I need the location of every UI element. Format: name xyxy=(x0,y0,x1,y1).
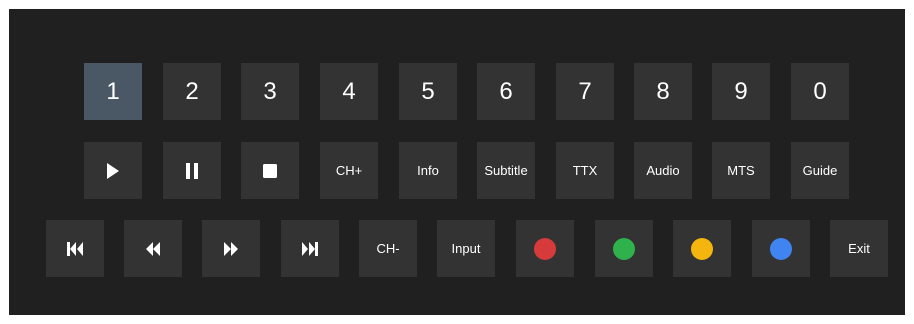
guide-button[interactable]: Guide xyxy=(791,142,849,199)
fast-forward-button[interactable] xyxy=(202,220,260,277)
digit-4-key[interactable]: 4 xyxy=(320,63,378,120)
digit-label: 9 xyxy=(734,77,748,105)
red-button[interactable] xyxy=(516,220,574,277)
digit-2-key[interactable]: 2 xyxy=(163,63,221,120)
play-button[interactable] xyxy=(84,142,142,199)
subtitle-label: Subtitle xyxy=(484,163,528,178)
digit-8-key[interactable]: 8 xyxy=(634,63,692,120)
audio-button[interactable]: Audio xyxy=(634,142,692,199)
remote-control-panel: 1 2 3 4 5 6 7 8 9 0 CH+ Info Subtitle TT… xyxy=(9,9,905,315)
channel-up-button[interactable]: CH+ xyxy=(320,142,378,199)
input-button[interactable]: Input xyxy=(437,220,495,277)
digit-1-key[interactable]: 1 xyxy=(84,63,142,120)
digit-label: 4 xyxy=(342,77,356,105)
rewind-icon xyxy=(146,241,160,256)
green-button[interactable] xyxy=(595,220,653,277)
mts-button[interactable]: MTS xyxy=(712,142,770,199)
exit-label: Exit xyxy=(848,241,870,256)
blue-dot-icon xyxy=(770,237,792,260)
channel-down-label: CH- xyxy=(376,241,400,256)
rewind-button[interactable] xyxy=(124,220,182,277)
stop-button[interactable] xyxy=(241,142,299,199)
digit-label: 2 xyxy=(185,77,199,105)
mts-label: MTS xyxy=(727,163,755,178)
red-dot-icon xyxy=(534,237,556,260)
teletext-button[interactable]: TTX xyxy=(556,142,614,199)
pause-icon xyxy=(186,162,198,179)
digit-label: 1 xyxy=(106,77,120,105)
digit-6-key[interactable]: 6 xyxy=(477,63,535,120)
digit-label: 6 xyxy=(499,77,513,105)
subtitle-button[interactable]: Subtitle xyxy=(477,142,535,199)
skip-previous-icon xyxy=(67,241,83,256)
channel-up-label: CH+ xyxy=(335,163,363,178)
teletext-label: TTX xyxy=(572,163,598,178)
digit-label: 5 xyxy=(421,77,435,105)
guide-label: Guide xyxy=(802,163,838,178)
digit-label: 3 xyxy=(263,77,277,105)
digit-3-key[interactable]: 3 xyxy=(241,63,299,120)
skip-next-button[interactable] xyxy=(281,220,339,277)
green-dot-icon xyxy=(613,237,635,260)
input-label: Input xyxy=(451,241,481,256)
digit-5-key[interactable]: 5 xyxy=(399,63,457,120)
stop-icon xyxy=(263,163,277,178)
digit-label: 7 xyxy=(578,77,592,105)
info-button[interactable]: Info xyxy=(399,142,457,199)
yellow-button[interactable] xyxy=(673,220,731,277)
digit-label: 0 xyxy=(813,77,827,105)
digit-label: 8 xyxy=(656,77,670,105)
play-icon xyxy=(107,162,119,179)
pause-button[interactable] xyxy=(163,142,221,199)
digit-9-key[interactable]: 9 xyxy=(712,63,770,120)
exit-button[interactable]: Exit xyxy=(830,220,888,277)
fast-forward-icon xyxy=(224,241,238,256)
yellow-dot-icon xyxy=(691,237,713,260)
channel-down-button[interactable]: CH- xyxy=(359,220,417,277)
audio-label: Audio xyxy=(646,163,680,178)
skip-next-icon xyxy=(302,241,318,256)
info-label: Info xyxy=(417,163,439,178)
digit-7-key[interactable]: 7 xyxy=(556,63,614,120)
skip-previous-button[interactable] xyxy=(46,220,104,277)
digit-0-key[interactable]: 0 xyxy=(791,63,849,120)
blue-button[interactable] xyxy=(752,220,810,277)
